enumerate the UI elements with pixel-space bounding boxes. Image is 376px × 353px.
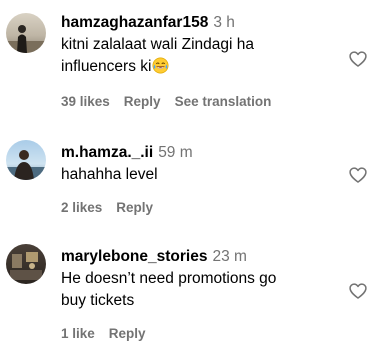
- heart-outline-icon[interactable]: [348, 49, 368, 69]
- face-with-tears-of-joy-emoji-icon: [152, 57, 169, 74]
- comment-text-line: influencers ki: [61, 56, 332, 78]
- reply-button[interactable]: Reply: [116, 200, 153, 215]
- avatar-image: [6, 244, 46, 284]
- comment-actions: 1 like Reply: [61, 326, 160, 341]
- see-translation-link[interactable]: See translation: [175, 94, 272, 109]
- avatar-image: [6, 140, 46, 180]
- comment-header: marylebone_stories 23 m: [61, 247, 332, 267]
- comment-header: hamzaghazanfar158 3 h: [61, 13, 332, 33]
- comment-item: marylebone_stories 23 m He doesn’t need p…: [0, 244, 376, 352]
- avatar[interactable]: [6, 140, 46, 180]
- comment-body: marylebone_stories 23 m He doesn’t need p…: [61, 247, 332, 312]
- comment-text-line: He doesn’t need promotions go: [61, 270, 277, 287]
- comment-username[interactable]: m.hamza._.ii: [61, 144, 153, 161]
- comment-time: 23 m: [212, 248, 247, 265]
- avatar-image: [6, 13, 46, 53]
- comment-header: m.hamza._.ii 59 m: [61, 143, 332, 163]
- avatar[interactable]: [6, 13, 46, 53]
- comment-item: hamzaghazanfar158 3 h kitni zalalaat wali…: [0, 0, 376, 120]
- comment-text-line: kitni zalalaat wali Zindagi ha: [61, 36, 254, 53]
- comment-text: kitni zalalaat wali Zindagi ha influence…: [61, 34, 332, 78]
- comment-actions: 2 likes Reply: [61, 200, 167, 215]
- comment-time: 3 h: [213, 14, 235, 31]
- comment-text: He doesn’t need promotions go buy ticket…: [61, 268, 332, 312]
- comment-text-line: buy tickets: [61, 292, 135, 309]
- comment-actions: 39 likes Reply See translation: [61, 94, 285, 109]
- comment-body: hamzaghazanfar158 3 h kitni zalalaat wali…: [61, 13, 332, 78]
- likes-count-link[interactable]: 1 like: [61, 326, 95, 341]
- comment-text-segment: influencers ki: [61, 58, 152, 75]
- heart-outline-icon[interactable]: [348, 165, 368, 185]
- heart-outline-icon[interactable]: [348, 281, 368, 301]
- comment-body: m.hamza._.ii 59 m hahahha level: [61, 143, 332, 186]
- avatar[interactable]: [6, 244, 46, 284]
- comment-username[interactable]: hamzaghazanfar158: [61, 14, 208, 31]
- reply-button[interactable]: Reply: [109, 326, 146, 341]
- comment-item: m.hamza._.ii 59 m hahahha level 2 likes Re…: [0, 140, 376, 220]
- comment-time: 59 m: [158, 144, 193, 161]
- likes-count-link[interactable]: 2 likes: [61, 200, 102, 215]
- comment-username[interactable]: marylebone_stories: [61, 248, 207, 265]
- comment-text: hahahha level: [61, 164, 332, 186]
- comment-text-line: hahahha level: [61, 166, 158, 183]
- likes-count-link[interactable]: 39 likes: [61, 94, 110, 109]
- reply-button[interactable]: Reply: [124, 94, 161, 109]
